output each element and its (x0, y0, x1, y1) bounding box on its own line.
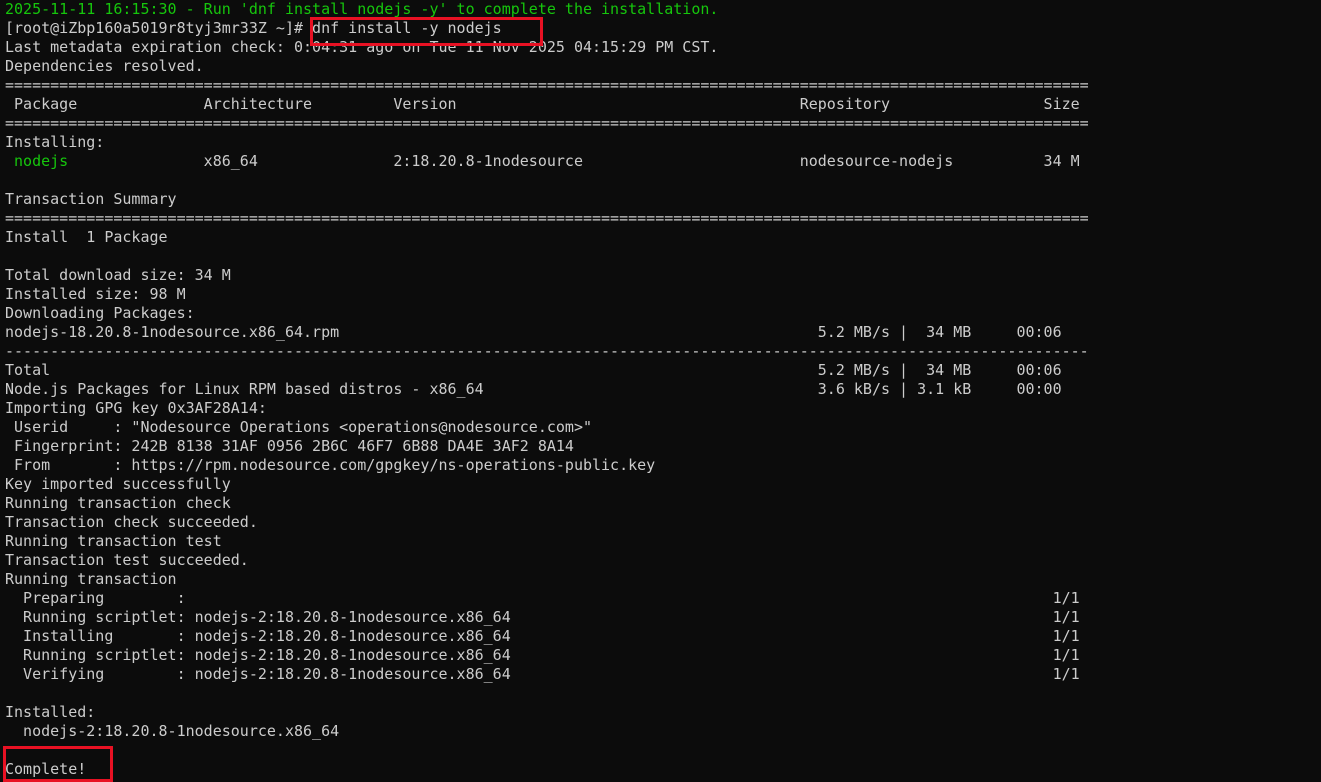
terminal-line: Total download size: 34 M (5, 266, 1315, 285)
terminal-text: Verifying : nodejs-2:18.20.8-1nodesource… (5, 665, 1080, 683)
terminal-line: Userid : "Nodesource Operations <operati… (5, 418, 1315, 437)
terminal-text: Fingerprint: 242B 8138 31AF 0956 2B6C 46… (5, 437, 574, 455)
terminal-line: Running transaction check (5, 494, 1315, 513)
terminal-line: Running scriptlet: nodejs-2:18.20.8-1nod… (5, 608, 1315, 627)
terminal-text: nodejs-2:18.20.8-1nodesource.x86_64 (5, 722, 340, 740)
terminal-text: 2025-11-11 16:15:30 - Run 'dnf install n… (5, 0, 719, 18)
terminal-window[interactable]: 2025-11-11 16:15:30 - Run 'dnf install n… (0, 0, 1321, 782)
terminal-line: Key imported successfully (5, 475, 1315, 494)
terminal-line: Dependencies resolved. (5, 57, 1315, 76)
terminal-text: Running transaction check (5, 494, 231, 512)
terminal-text: Downloading Packages: (5, 304, 195, 322)
terminal-line: nodejs-2:18.20.8-1nodesource.x86_64 (5, 722, 1315, 741)
terminal-text: Transaction test succeeded. (5, 551, 249, 569)
terminal-text: Installing : nodejs-2:18.20.8-1nodesourc… (5, 627, 1080, 645)
terminal-line: Running transaction (5, 570, 1315, 589)
terminal-line: Package Architecture Version Repository … (5, 95, 1315, 114)
terminal-text: Total download size: 34 M (5, 266, 231, 284)
terminal-line: Complete! (5, 760, 1315, 779)
terminal-text: ========================================… (5, 209, 1089, 227)
terminal-line: Transaction check succeeded. (5, 513, 1315, 532)
terminal-line: Installed size: 98 M (5, 285, 1315, 304)
terminal-line: Transaction test succeeded. (5, 551, 1315, 570)
terminal-text: Running scriptlet: nodejs-2:18.20.8-1nod… (5, 646, 1080, 664)
terminal-text: Dependencies resolved. (5, 57, 204, 75)
terminal-text: x86_64 2:18.20.8-1nodesource nodesource-… (68, 152, 1080, 170)
terminal-line: Verifying : nodejs-2:18.20.8-1nodesource… (5, 665, 1315, 684)
terminal-line: Node.js Packages for Linux RPM based dis… (5, 380, 1315, 399)
terminal-line: Total 5.2 MB/s | 34 MB 00:06 (5, 361, 1315, 380)
terminal-line: [root@iZbp160a5019r8tyj3mr33Z ~]# dnf in… (5, 19, 1315, 38)
terminal-text: ----------------------------------------… (5, 342, 1089, 360)
terminal-line: Fingerprint: 242B 8138 31AF 0956 2B6C 46… (5, 437, 1315, 456)
terminal-text: dnf install -y nodejs (312, 19, 502, 37)
terminal-line: Transaction Summary (5, 190, 1315, 209)
terminal-text: Installing: (5, 133, 105, 151)
terminal-text: Running transaction (5, 570, 177, 588)
terminal-line: Installing : nodejs-2:18.20.8-1nodesourc… (5, 627, 1315, 646)
terminal-line: ----------------------------------------… (5, 342, 1315, 361)
terminal-text: Importing GPG key 0x3AF28A14: (5, 399, 267, 417)
terminal-line: 2025-11-11 16:15:30 - Run 'dnf install n… (5, 0, 1315, 19)
terminal-line: nodejs-18.20.8-1nodesource.x86_64.rpm 5.… (5, 323, 1315, 342)
terminal-text: nodejs (14, 152, 69, 170)
terminal-text: Package Architecture Version Repository … (5, 95, 1080, 113)
terminal-line: Last metadata expiration check: 0:04:31 … (5, 38, 1315, 57)
terminal-line: ========================================… (5, 76, 1315, 95)
terminal-text: ========================================… (5, 76, 1089, 94)
terminal-line: nodejs x86_64 2:18.20.8-1nodesource node… (5, 152, 1315, 171)
terminal-text: ========================================… (5, 114, 1089, 132)
terminal-line: ========================================… (5, 114, 1315, 133)
terminal-text: Transaction Summary (5, 190, 177, 208)
terminal-text: Node.js Packages for Linux RPM based dis… (5, 380, 1062, 398)
terminal-text: Running transaction test (5, 532, 222, 550)
terminal-line: Downloading Packages: (5, 304, 1315, 323)
terminal-text: Running scriptlet: nodejs-2:18.20.8-1nod… (5, 608, 1080, 626)
terminal-output: 2025-11-11 16:15:30 - Run 'dnf install n… (5, 0, 1315, 779)
terminal-line: Install 1 Package (5, 228, 1315, 247)
terminal-text: nodejs-18.20.8-1nodesource.x86_64.rpm 5.… (5, 323, 1062, 341)
terminal-text: Total 5.2 MB/s | 34 MB 00:06 (5, 361, 1062, 379)
terminal-text: [root@iZbp160a5019r8tyj3mr33Z ~]# (5, 19, 313, 37)
terminal-line: Importing GPG key 0x3AF28A14: (5, 399, 1315, 418)
terminal-text: Installed size: 98 M (5, 285, 186, 303)
terminal-text: Userid : "Nodesource Operations <operati… (5, 418, 592, 436)
terminal-text: Last metadata expiration check: 0:04:31 … (5, 38, 719, 56)
terminal-line: Running transaction test (5, 532, 1315, 551)
terminal-text: Installed: (5, 703, 96, 721)
terminal-line: ========================================… (5, 209, 1315, 228)
terminal-line: Preparing : 1/1 (5, 589, 1315, 608)
terminal-text: Install 1 Package (5, 228, 168, 246)
terminal-text: Transaction check succeeded. (5, 513, 258, 531)
terminal-line: From : https://rpm.nodesource.com/gpgkey… (5, 456, 1315, 475)
terminal-text: Preparing : 1/1 (5, 589, 1080, 607)
terminal-text: Complete! (5, 760, 87, 778)
terminal-text: Key imported successfully (5, 475, 231, 493)
terminal-line: Installed: (5, 703, 1315, 722)
terminal-line: Running scriptlet: nodejs-2:18.20.8-1nod… (5, 646, 1315, 665)
terminal-line: Installing: (5, 133, 1315, 152)
terminal-text: From : https://rpm.nodesource.com/gpgkey… (5, 456, 656, 474)
